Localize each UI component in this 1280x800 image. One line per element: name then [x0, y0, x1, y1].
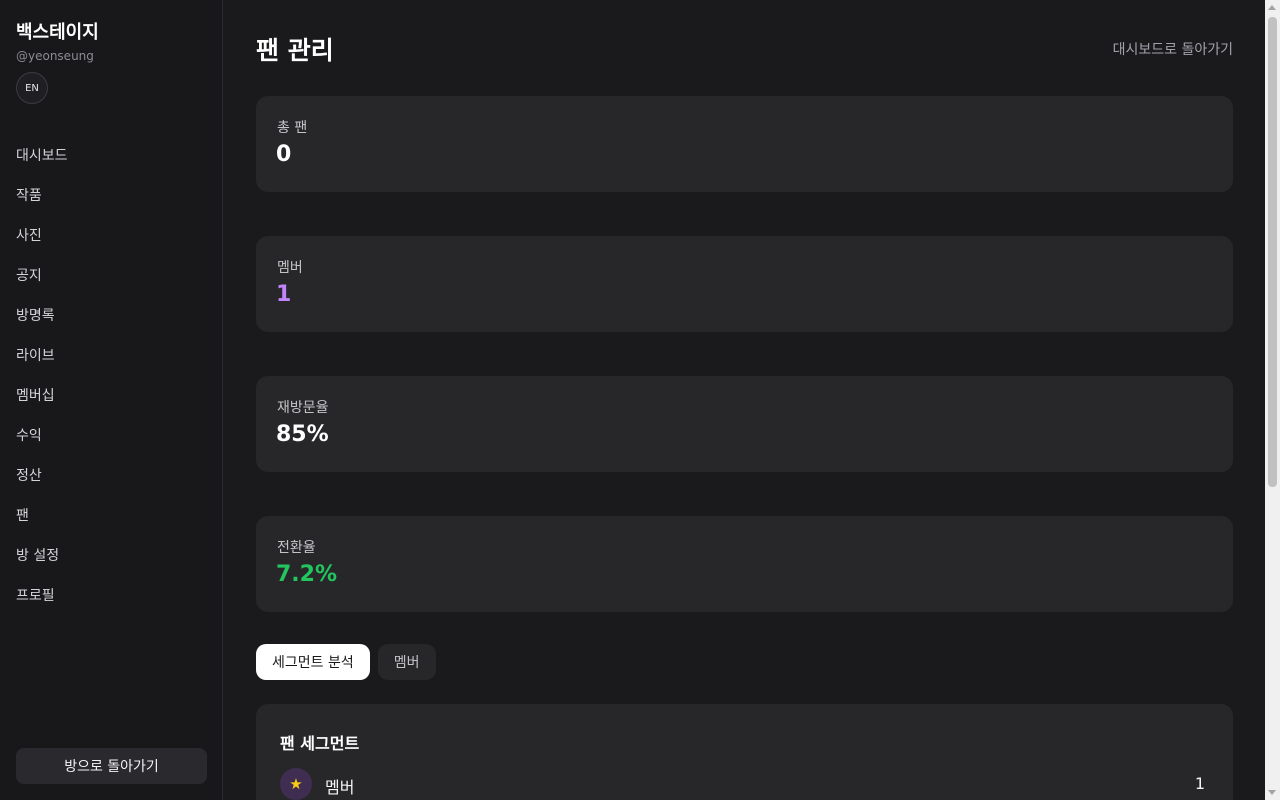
sidebar-item-profile[interactable]: 프로필 — [0, 575, 222, 615]
main-content: 팬 관리 대시보드로 돌아가기 총 팬 0 멤버 1 재방문율 85% 전환율 … — [224, 0, 1265, 800]
user-handle: @yeonseung — [16, 49, 94, 63]
brand-title: 백스테이지 — [16, 22, 99, 43]
stat-label: 멤버 — [277, 260, 303, 276]
language-toggle-button[interactable]: EN — [16, 72, 48, 104]
stat-card-members: 멤버 1 — [256, 236, 1233, 332]
sidebar-item-fans[interactable]: 팬 — [0, 495, 222, 535]
stat-value: 1 — [276, 282, 292, 307]
tab-bar: 세그먼트 분석 멤버 — [256, 644, 436, 680]
fan-segment-panel: 팬 세그먼트 ★ 멤버 1 — [256, 704, 1233, 800]
sidebar-item-dashboard[interactable]: 대시보드 — [0, 135, 222, 175]
segment-count: 1 — [1194, 774, 1205, 793]
sidebar-item-revenue[interactable]: 수익 — [0, 415, 222, 455]
sidebar-item-works[interactable]: 작품 — [0, 175, 222, 215]
sidebar: 백스테이지 @yeonseung EN 대시보드 작품 사진 공지 방명록 라이브 멤버십 수… — [0, 0, 223, 800]
sidebar-item-settlement[interactable]: 정산 — [0, 455, 222, 495]
scroll-up-arrow-icon[interactable] — [1268, 5, 1276, 10]
tab-segment-analysis[interactable]: 세그먼트 분석 — [256, 644, 370, 680]
page-title: 팬 관리 — [256, 36, 334, 65]
sidebar-item-live[interactable]: 라이브 — [0, 335, 222, 375]
tab-members[interactable]: 멤버 — [377, 644, 436, 680]
stat-value: 0 — [276, 142, 292, 167]
stat-card-conversion-rate: 전환율 7.2% — [256, 516, 1233, 612]
stat-label: 전환율 — [277, 540, 316, 556]
back-to-dashboard-link[interactable]: 대시보드로 돌아가기 — [1113, 39, 1233, 59]
segment-row[interactable]: ★ 멤버 1 — [280, 768, 1209, 800]
sidebar-item-notices[interactable]: 공지 — [0, 255, 222, 295]
stat-label: 총 팬 — [277, 120, 308, 136]
stat-label: 재방문율 — [277, 400, 329, 416]
sidebar-item-photos[interactable]: 사진 — [0, 215, 222, 255]
back-to-room-button[interactable]: 방으로 돌아가기 — [16, 748, 207, 784]
segment-panel-title: 팬 세그먼트 — [280, 734, 360, 753]
stat-card-total-fans: 총 팬 0 — [256, 96, 1233, 192]
sidebar-item-membership[interactable]: 멤버십 — [0, 375, 222, 415]
scroll-down-arrow-icon[interactable] — [1268, 790, 1276, 795]
sidebar-item-room-settings[interactable]: 방 설정 — [0, 535, 222, 575]
page-scrollbar[interactable] — [1265, 0, 1280, 800]
stat-card-return-rate: 재방문율 85% — [256, 376, 1233, 472]
segment-label: 멤버 — [325, 778, 355, 797]
stat-value: 7.2% — [276, 562, 338, 587]
sidebar-nav: 대시보드 작품 사진 공지 방명록 라이브 멤버십 수익 정산 팬 방 설정 프로필 — [0, 135, 222, 615]
sidebar-item-guestbook[interactable]: 방명록 — [0, 295, 222, 335]
stat-value: 85% — [276, 422, 329, 447]
scroll-thumb[interactable] — [1268, 17, 1277, 487]
star-icon: ★ — [280, 768, 312, 800]
